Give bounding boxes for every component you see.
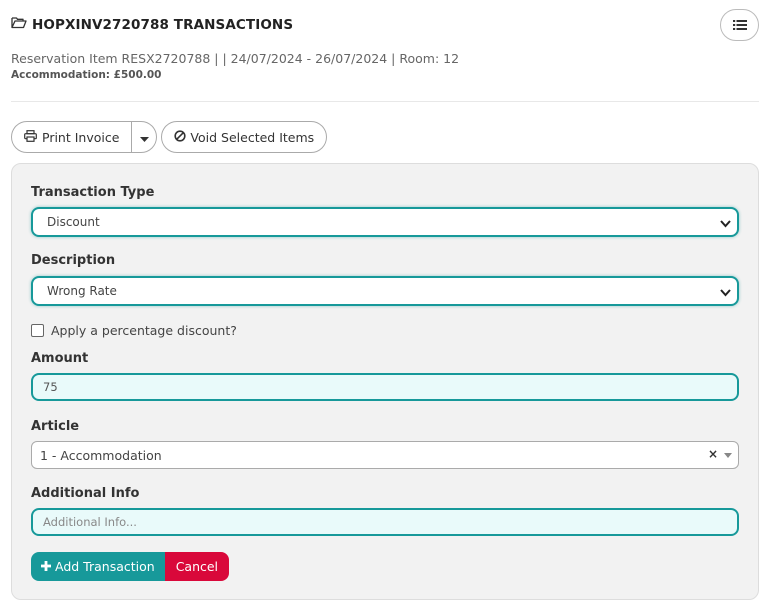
plus-icon: [41, 559, 51, 574]
caret-down-icon: [139, 128, 149, 147]
print-options-dropdown[interactable]: [132, 122, 156, 152]
cancel-label: Cancel: [175, 559, 219, 574]
form-actions: Add Transaction Cancel: [31, 552, 230, 581]
toolbar: Print Invoice Void Selected Items: [11, 121, 328, 153]
void-selected-button[interactable]: Void Selected Items: [161, 121, 328, 153]
percentage-discount-option: Apply a percentage discount?: [31, 323, 237, 338]
additional-info-input[interactable]: Additional Info...: [31, 508, 739, 536]
reservation-summary: Reservation Item RESX2720788 | | 24/07/2…: [11, 51, 460, 66]
amount-input[interactable]: 75: [31, 373, 739, 401]
description-select[interactable]: Wrong Rate: [31, 276, 739, 306]
amount-value: 75: [43, 380, 58, 394]
article-label: Article: [31, 419, 80, 434]
clear-selection-icon[interactable]: ×: [708, 447, 718, 461]
transaction-type-label: Transaction Type: [31, 185, 155, 200]
ban-icon: [174, 129, 187, 145]
percentage-discount-label: Apply a percentage discount?: [51, 323, 237, 338]
cancel-button[interactable]: Cancel: [164, 552, 230, 581]
list-icon: [732, 16, 747, 35]
add-transaction-label: Add Transaction: [55, 559, 155, 574]
accommodation-total: Accommodation: £500.00: [11, 69, 162, 81]
transaction-type-value: Discount: [47, 215, 100, 229]
description-label: Description: [31, 253, 116, 268]
article-select[interactable]: 1 - Accommodation ×: [31, 441, 739, 469]
menu-button[interactable]: [720, 9, 759, 41]
void-selected-label: Void Selected Items: [190, 129, 315, 145]
chevron-down-icon: [720, 217, 731, 231]
description-value: Wrong Rate: [47, 284, 117, 298]
amount-label: Amount: [31, 351, 89, 366]
add-transaction-button[interactable]: Add Transaction: [31, 552, 165, 581]
folder-open-icon: [11, 16, 27, 33]
percentage-discount-checkbox[interactable]: [31, 324, 44, 337]
transaction-form: Transaction Type Discount Description Wr…: [11, 163, 759, 600]
transaction-type-select[interactable]: Discount: [31, 207, 739, 237]
printer-icon: [24, 129, 37, 145]
page-header: HOPXINV2720788 TRANSACTIONS: [11, 9, 759, 41]
page-title-text: HOPXINV2720788 TRANSACTIONS: [32, 16, 294, 33]
print-invoice-label: Print Invoice: [42, 129, 120, 145]
print-invoice-button[interactable]: Print Invoice: [12, 122, 133, 152]
page-title: HOPXINV2720788 TRANSACTIONS: [11, 16, 293, 33]
additional-info-placeholder: Additional Info...: [43, 515, 137, 529]
dropdown-arrow-icon[interactable]: [724, 453, 732, 458]
additional-info-label: Additional Info: [31, 486, 140, 501]
divider: [11, 101, 759, 102]
chevron-down-icon: [720, 286, 731, 300]
print-invoice-group: Print Invoice: [11, 121, 158, 153]
article-value: 1 - Accommodation: [40, 447, 162, 463]
